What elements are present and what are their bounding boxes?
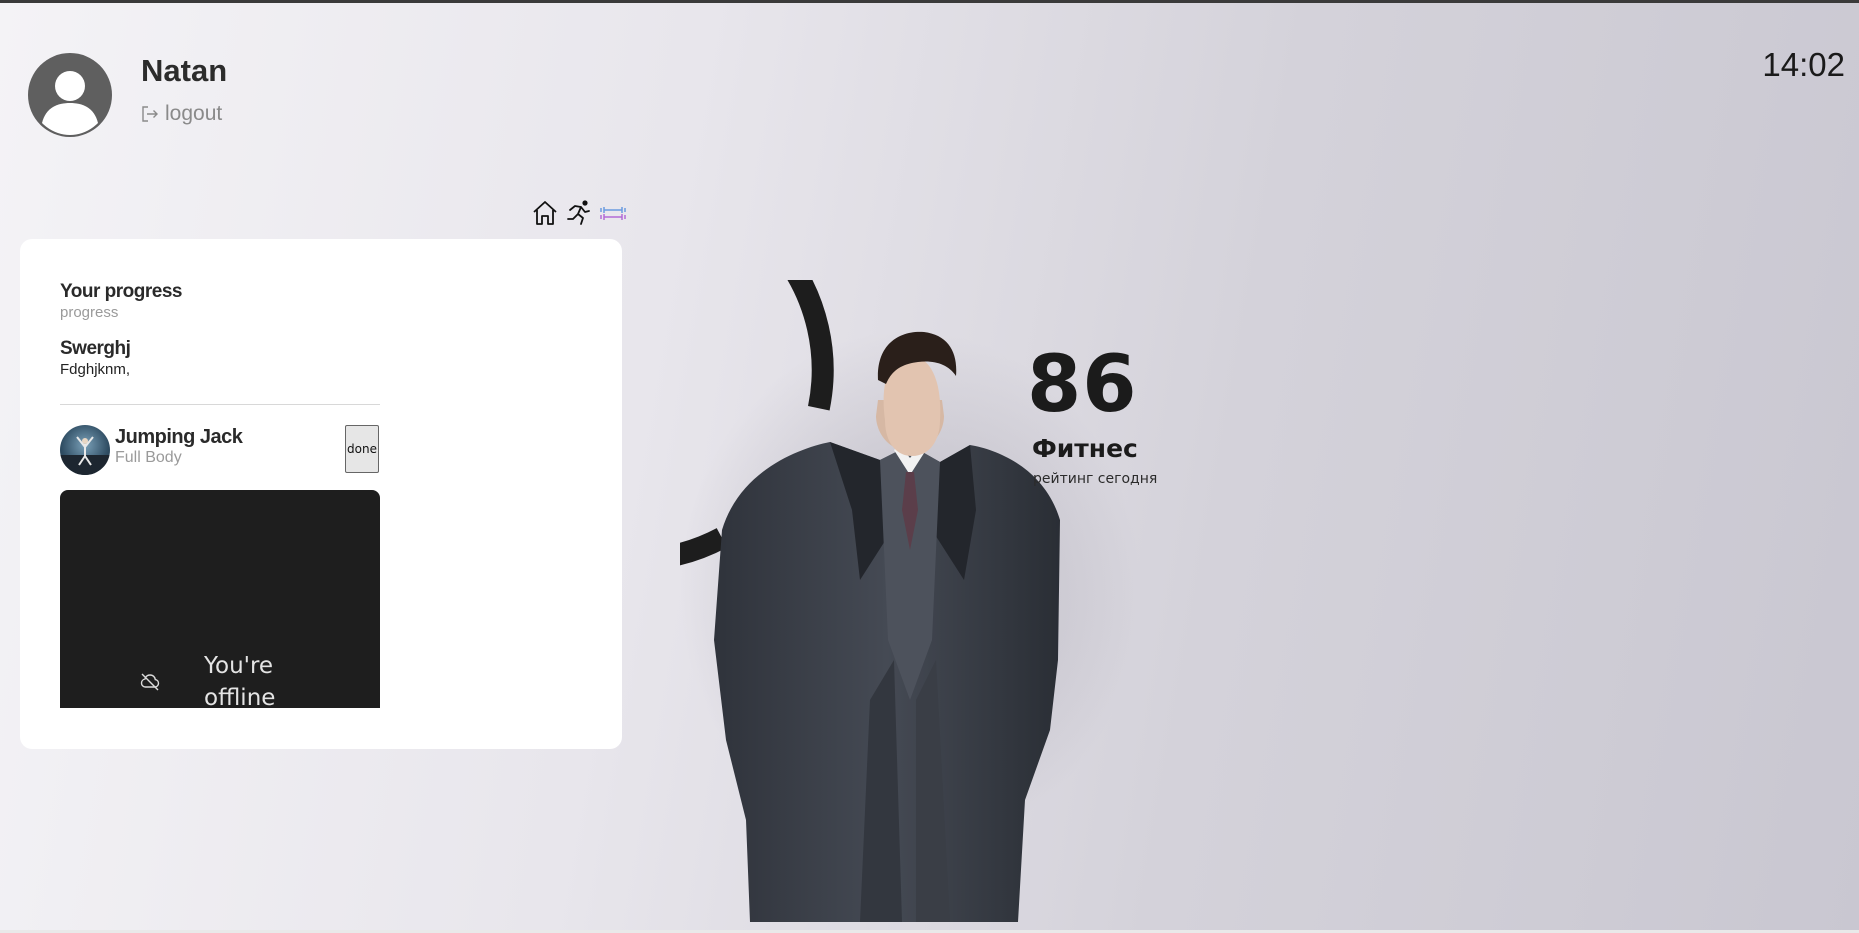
progress-title: Your progress [60,281,182,302]
logout-icon [142,106,158,122]
rating-sublabel: рейтинг сегодня [1033,471,1158,487]
exercise-video[interactable]: You're offline [60,490,380,708]
home-icon[interactable] [530,198,560,228]
user-name: Natan [141,53,228,88]
offline-status: You're offline [204,653,276,708]
progress-item-title: Swerghj [60,338,131,359]
logout-link[interactable]: logout [141,102,222,126]
progress-subtitle: progress [60,304,119,321]
rating-value: 86 [1027,340,1138,430]
exercise-name: Jumping Jack [115,426,243,448]
divider [60,404,380,405]
exercise-thumbnail [60,425,110,475]
dumbbell-icon[interactable] [598,198,628,228]
done-button[interactable]: done [345,425,379,473]
exercise-category: Full Body [115,449,182,466]
progress-item-subtitle: Fdghjknm, [60,361,131,378]
logout-label: logout [165,102,223,125]
top-border [0,0,1859,3]
rating-label: Фитнес [1032,434,1138,463]
cloud-off-icon [140,673,160,691]
running-icon[interactable] [564,198,594,228]
user-avatar-icon [42,71,98,135]
clock: 14:02 [1762,46,1845,83]
nav-bar [530,198,628,228]
avatar[interactable] [28,53,112,137]
progress-card: Your progress progress Swerghj Fdghjknm,… [20,239,622,749]
